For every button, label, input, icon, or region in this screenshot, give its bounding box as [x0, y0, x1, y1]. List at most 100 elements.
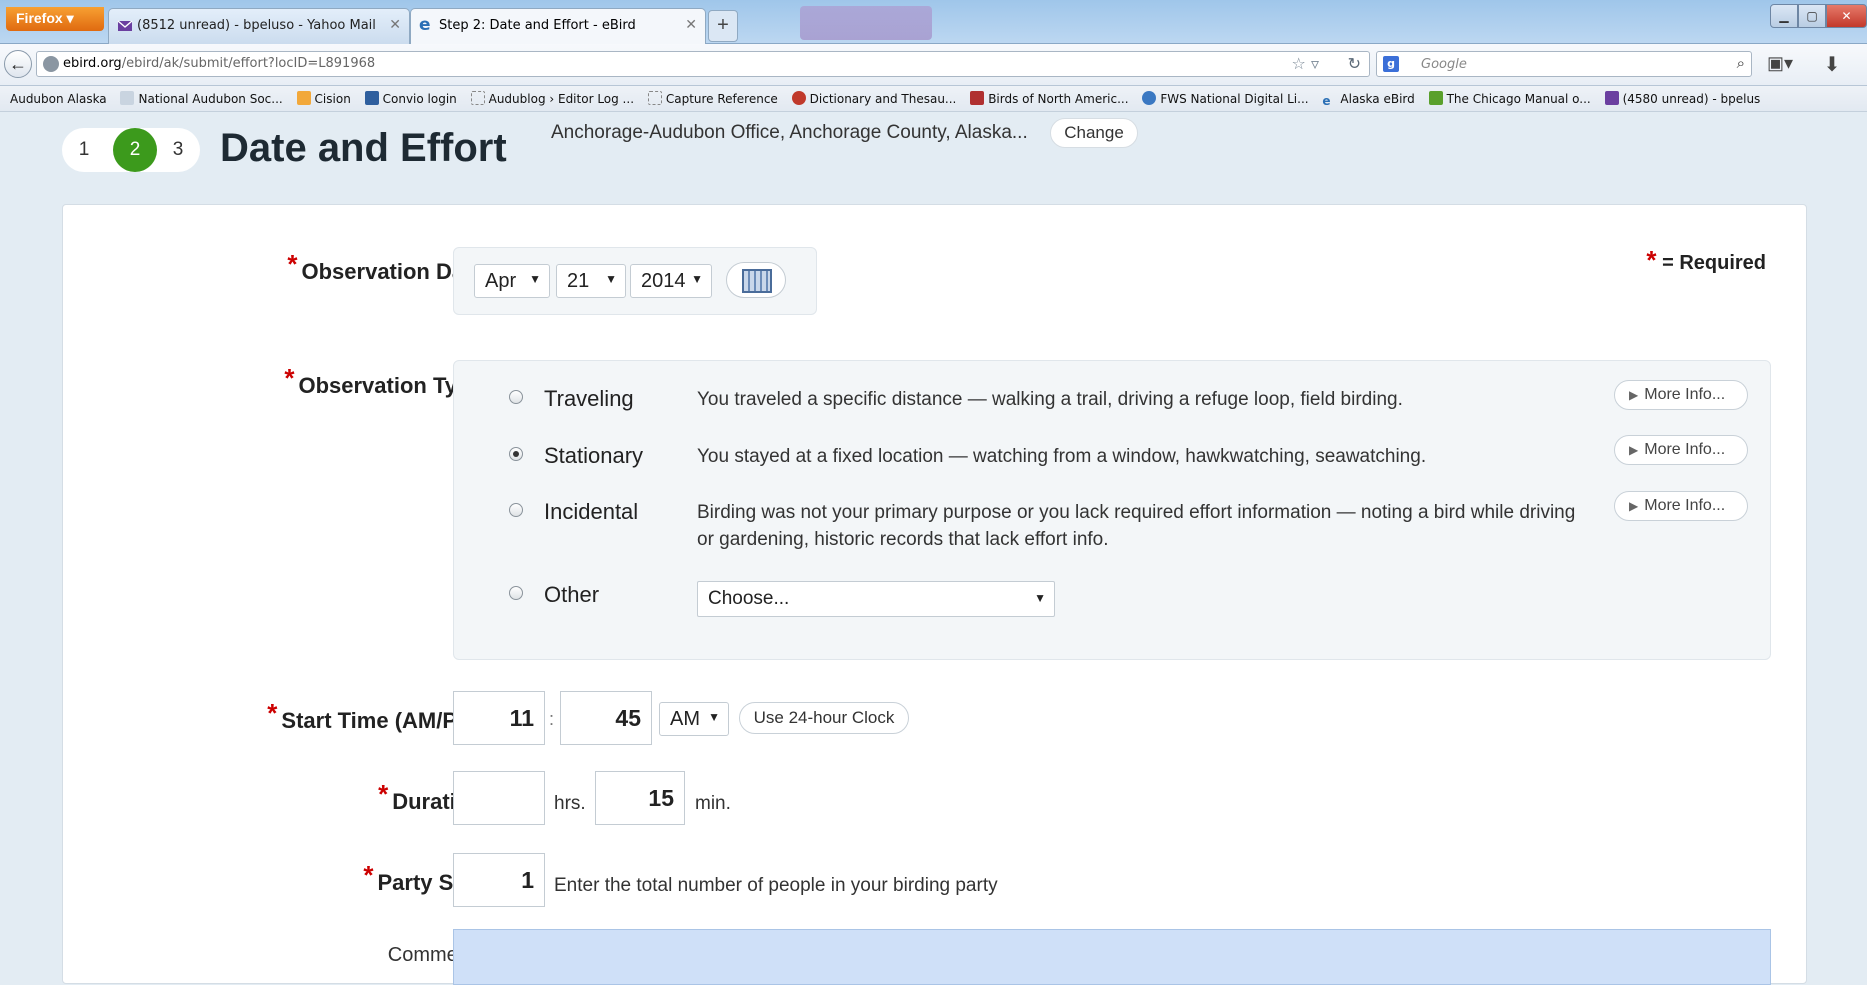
time-separator: : — [549, 709, 555, 729]
bookmark-cision[interactable]: Cision — [296, 91, 351, 106]
bookmark-dictionary[interactable]: Dictionary and Thesau... — [791, 91, 956, 106]
ebird-page: 1 2 3 Date and Effort Anchorage-Audubon … — [6, 112, 1867, 985]
site-identity-icon[interactable] — [43, 56, 59, 72]
observation-type-panel: Traveling You traveled a specific distan… — [453, 360, 1771, 660]
calendar-icon — [742, 269, 772, 293]
bna-icon — [970, 91, 985, 105]
page-icon — [647, 91, 662, 105]
url-domain: ebird.org — [63, 56, 122, 71]
bookmark-birds-north-america[interactable]: Birds of North Americ... — [970, 91, 1129, 106]
dropdown-caret-icon: ▼ — [691, 272, 703, 286]
required-asterisk: * — [287, 249, 298, 279]
mail-icon — [1604, 91, 1619, 105]
required-legend: * = Required — [1646, 245, 1766, 275]
month-select[interactable]: Apr ▼ — [474, 264, 550, 298]
background-window-tab — [800, 6, 932, 40]
more-info-traveling-button[interactable]: ▶ More Info... — [1614, 380, 1748, 410]
bookmarks-menu-icon[interactable]: ▣▾ — [1762, 53, 1798, 77]
bookmark-chicago-manual[interactable]: The Chicago Manual o... — [1428, 91, 1591, 106]
type-traveling-label[interactable]: Traveling — [544, 386, 634, 412]
bookmark-star-icon[interactable]: ☆ ▿ — [1292, 54, 1319, 73]
use-24-hour-clock-button[interactable]: Use 24-hour Clock — [739, 702, 909, 734]
radio-stationary[interactable] — [509, 447, 523, 461]
type-stationary-desc: You stayed at a fixed location — watchin… — [697, 446, 1427, 467]
mail-icon — [117, 20, 133, 31]
tab-yahoo-mail[interactable]: (8512 unread) - bpeluso - Yahoo Mail ✕ — [108, 8, 410, 44]
radio-incidental[interactable] — [509, 503, 523, 517]
other-protocol-select[interactable]: Choose... ▼ — [697, 581, 1055, 617]
cision-icon — [296, 91, 311, 105]
change-location-button[interactable]: Change — [1050, 118, 1138, 148]
ebird-icon: e — [1322, 94, 1331, 108]
dropdown-caret-icon: ▼ — [605, 272, 617, 286]
search-icon[interactable]: ⌕ — [1737, 54, 1745, 72]
bookmark-audublog[interactable]: Audublog › Editor Log ... — [470, 91, 634, 106]
required-asterisk: * — [284, 363, 295, 393]
start-minute-input[interactable]: 45 — [560, 691, 652, 745]
step-2-active: 2 — [113, 128, 157, 172]
radio-other[interactable] — [509, 586, 523, 600]
ampm-select[interactable]: AM ▼ — [659, 702, 729, 736]
bookmark-audubon-alaska[interactable]: Audubon Alaska — [10, 92, 107, 106]
bookmark-yahoo-mail[interactable]: (4580 unread) - bpelus — [1604, 91, 1760, 106]
page-title: Date and Effort — [220, 126, 507, 170]
convio-icon — [364, 91, 379, 105]
new-tab-button[interactable]: + — [708, 10, 738, 42]
step-1[interactable]: 1 — [68, 134, 100, 166]
dropdown-caret-icon: ▼ — [708, 710, 720, 724]
search-bar[interactable]: g Google ⌕ — [1376, 51, 1752, 77]
close-window-button[interactable]: ✕ — [1826, 4, 1867, 28]
bookmark-convio[interactable]: Convio login — [364, 91, 457, 106]
firefox-menu-button[interactable]: Firefox ▾ — [6, 7, 104, 31]
tab-label: (8512 unread) - bpeluso - Yahoo Mail — [137, 18, 376, 33]
required-asterisk: * — [267, 698, 278, 728]
bookmark-fws-library[interactable]: FWS National Digital Li... — [1142, 91, 1309, 106]
type-other-label[interactable]: Other — [544, 582, 599, 608]
audubon-icon — [120, 91, 135, 105]
hours-unit: hrs. — [554, 793, 586, 814]
required-asterisk: * — [363, 860, 374, 890]
duration-minutes-input[interactable]: 15 — [595, 771, 685, 825]
date-panel: Apr ▼ 21 ▼ 2014 ▼ — [453, 247, 817, 315]
back-arrow-icon[interactable]: ← — [4, 50, 32, 78]
type-incidental-label[interactable]: Incidental — [544, 499, 638, 525]
ebird-icon: e — [419, 15, 431, 35]
more-info-stationary-button[interactable]: ▶ More Info... — [1614, 435, 1748, 465]
bookmarks-toolbar: Audubon Alaska National Audubon Soc... C… — [0, 86, 1867, 112]
radio-traveling[interactable] — [509, 390, 523, 404]
play-icon: ▶ — [1629, 443, 1639, 457]
chicago-manual-icon — [1428, 91, 1443, 105]
bookmark-alaska-ebird[interactable]: e Alaska eBird — [1322, 92, 1414, 108]
browser-titlebar: Firefox ▾ (8512 unread) - bpeluso - Yaho… — [0, 0, 1867, 44]
effort-form: * = Required * Observation Date: Apr ▼ 21 ▼… — [62, 204, 1807, 985]
comments-textarea[interactable] — [453, 929, 1771, 985]
minutes-unit: min. — [695, 793, 731, 814]
tab-close-icon[interactable]: ✕ — [685, 17, 697, 33]
download-icon[interactable]: ⬇ — [1818, 52, 1846, 78]
url-path: /ebird/ak/submit/effort?locID=L891968 — [121, 56, 376, 71]
type-stationary-label[interactable]: Stationary — [544, 443, 643, 469]
minimize-button[interactable]: ▁ — [1770, 4, 1798, 28]
bookmark-capture-reference[interactable]: Capture Reference — [647, 91, 778, 106]
page-icon — [470, 91, 485, 105]
party-size-input[interactable]: 1 — [453, 853, 545, 907]
play-icon: ▶ — [1629, 388, 1639, 402]
reload-icon[interactable]: ↻ — [1348, 54, 1361, 73]
fws-icon — [1142, 91, 1157, 105]
url-bar[interactable]: ebird.org/ebird/ak/submit/effort?locID=L… — [36, 51, 1370, 77]
start-hour-input[interactable]: 11 — [453, 691, 545, 745]
duration-hours-input[interactable] — [453, 771, 545, 825]
search-placeholder: Google — [1421, 57, 1467, 72]
required-asterisk: * — [1646, 245, 1657, 275]
day-select[interactable]: 21 ▼ — [556, 264, 626, 298]
tab-ebird[interactable]: e Step 2: Date and Effort - eBird ✕ — [410, 8, 706, 44]
step-3[interactable]: 3 — [162, 134, 194, 166]
more-info-incidental-button[interactable]: ▶ More Info... — [1614, 491, 1748, 521]
google-icon[interactable]: g — [1383, 56, 1399, 72]
tab-close-icon[interactable]: ✕ — [389, 17, 401, 33]
calendar-button[interactable] — [726, 262, 786, 298]
dropdown-caret-icon: ▼ — [529, 272, 541, 286]
year-select[interactable]: 2014 ▼ — [630, 264, 712, 298]
bookmark-national-audubon[interactable]: National Audubon Soc... — [120, 91, 283, 106]
maximize-button[interactable]: ▢ — [1798, 4, 1826, 28]
